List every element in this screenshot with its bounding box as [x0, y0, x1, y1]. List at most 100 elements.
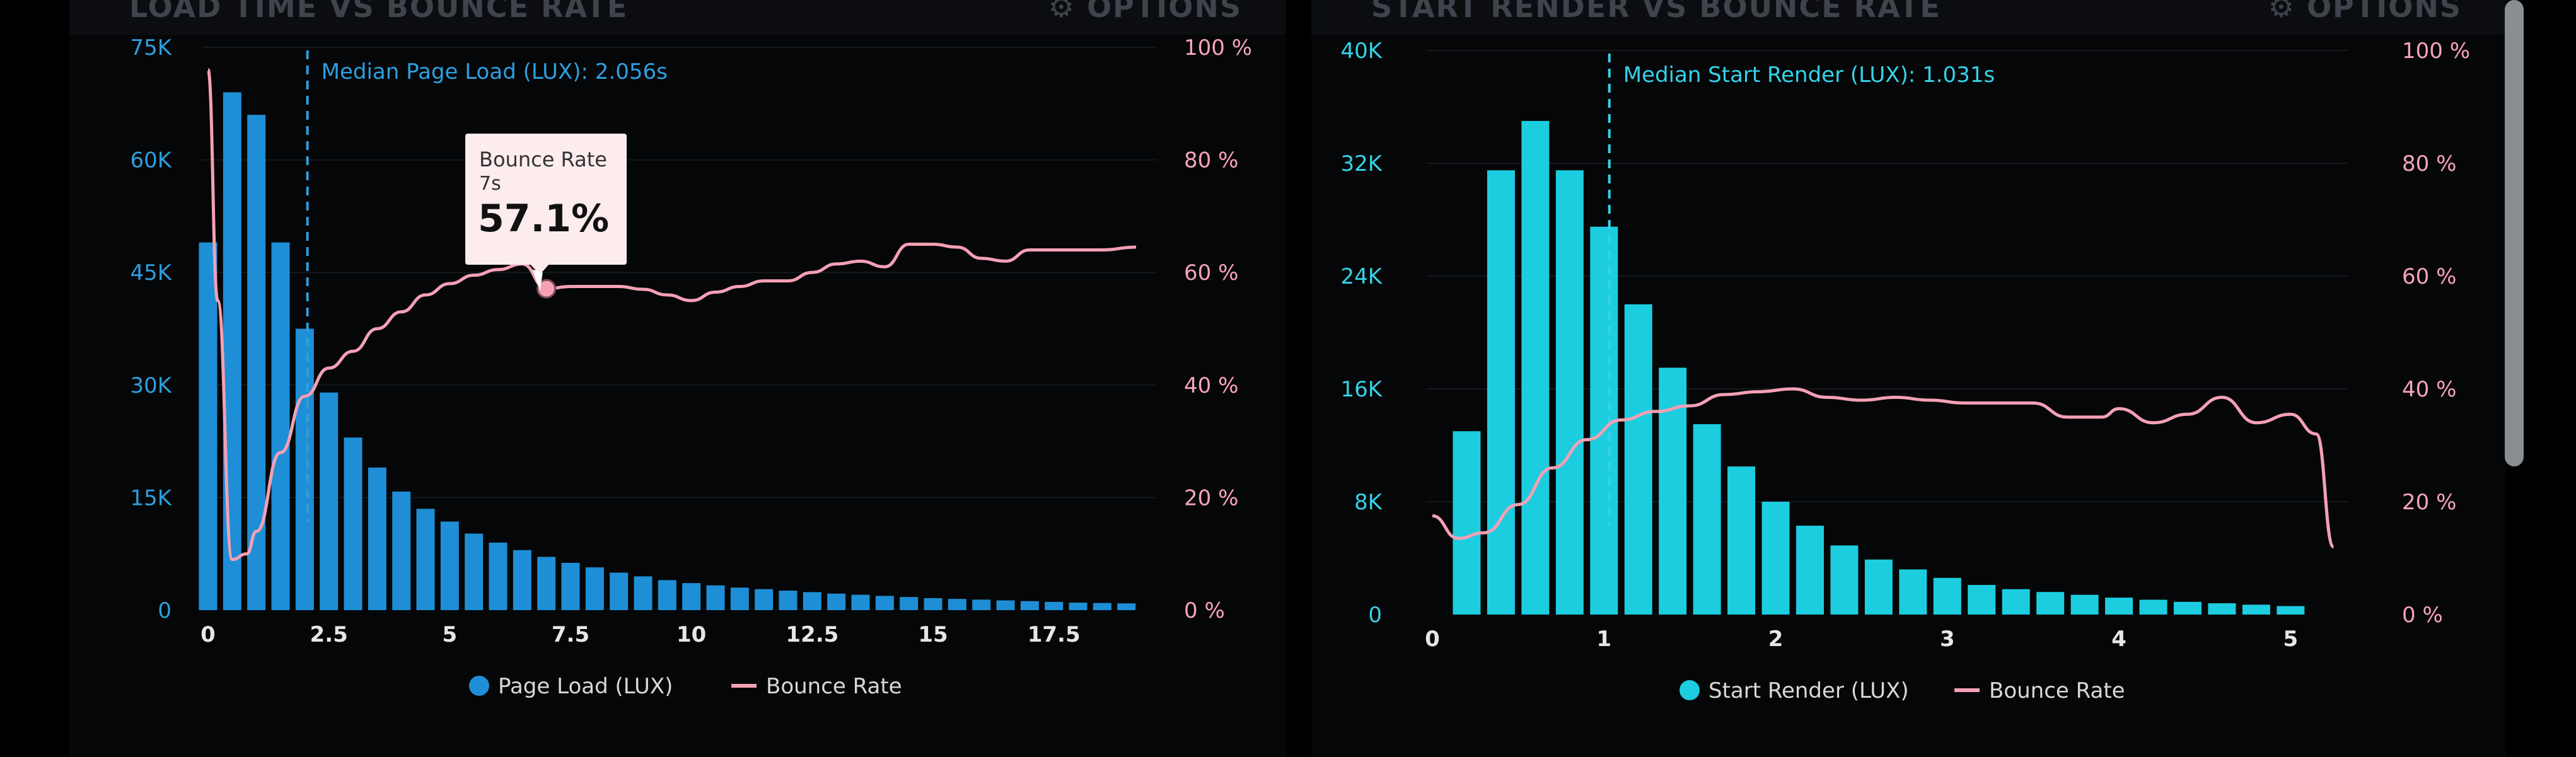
y2-tick-label: 60 % [1184, 260, 1238, 286]
bar [247, 115, 266, 610]
x-tick-label: 4 [2111, 627, 2126, 652]
y-tick-label: 75K [130, 35, 172, 61]
y-tick-label: 8K [1354, 490, 1383, 515]
x-tick-label: 2.5 [310, 622, 348, 647]
bar [2242, 604, 2270, 615]
bar [513, 550, 531, 610]
bar [1555, 170, 1584, 615]
bar [1020, 601, 1039, 610]
bar [1761, 502, 1790, 615]
bar [900, 597, 919, 610]
y2-tick-label: 100 % [2402, 38, 2470, 64]
bar [803, 592, 821, 610]
bar [1796, 526, 1824, 615]
bar [2139, 599, 2167, 615]
bar [2173, 601, 2202, 615]
x-tick-label: 17.5 [1028, 622, 1081, 647]
bar [1117, 603, 1136, 610]
y2-tick-label: 40 % [2402, 377, 2456, 402]
bar [1830, 545, 1859, 615]
bar [271, 242, 290, 610]
median-label: Median Page Load (LUX): 2.056s [322, 59, 668, 84]
y-tick-label: 32K [1340, 151, 1383, 176]
y2-tick-label: 100 % [1184, 35, 1252, 61]
bar [755, 589, 774, 610]
bar [489, 542, 508, 610]
tooltip-value: 57.1% [478, 197, 610, 241]
bar [2070, 594, 2099, 615]
bar [1899, 569, 1927, 615]
bar [223, 92, 241, 610]
bar [416, 509, 435, 610]
bar [1968, 585, 1996, 615]
bar [295, 328, 314, 610]
legend-swatch-bars [1680, 680, 1700, 700]
bar [682, 583, 701, 610]
bar [392, 491, 411, 610]
bar [610, 572, 629, 610]
bar [658, 580, 676, 610]
bar [972, 599, 991, 610]
bar [537, 557, 556, 610]
tooltip-title: Bounce Rate [479, 147, 607, 171]
bounce-rate-tooltip: Bounce Rate 7s 57.1% [465, 134, 627, 265]
load-time-chart: 0 15K 30K 45K 60K 75K 0 % 20 % 40 % 60 % 80 % 100 %… [130, 35, 1252, 699]
bar [199, 242, 218, 610]
y-tick-label: 60K [130, 148, 172, 173]
bar [1093, 603, 1111, 610]
y-tick-label: 16K [1340, 377, 1383, 402]
y-tick-label: 0 [1368, 603, 1382, 628]
x-tick-label: 5 [2283, 627, 2298, 652]
tooltip-subtitle: 7s [479, 173, 501, 195]
median-label: Median Start Render (LUX): 1.031s [1623, 62, 1995, 88]
y-tick-label: 30K [130, 373, 172, 398]
bar [2002, 589, 2030, 615]
y2-tick-label: 80 % [1184, 148, 1238, 173]
bar [585, 567, 604, 610]
y-tick-label: 24K [1340, 264, 1383, 289]
bar [561, 562, 580, 610]
y-tick-label: 15K [130, 485, 172, 511]
legend-label: Bounce Rate [766, 674, 902, 699]
bar [1624, 304, 1652, 615]
bar [730, 587, 749, 610]
bar [1069, 603, 1088, 610]
bar [634, 576, 653, 610]
bar [875, 596, 894, 610]
bar [440, 521, 459, 610]
x-tick-label: 15 [918, 622, 948, 647]
bar [1045, 601, 1064, 610]
y-tick-label: 40K [1340, 38, 1383, 64]
y2-tick-label: 40 % [1184, 373, 1238, 398]
bar [2208, 603, 2236, 615]
legend-label: Start Render (LUX) [1709, 678, 1909, 703]
start-render-chart: 0 8K 16K 24K 32K 40K 0 % 20 % 40 % 60 % 80 % 100 % 0… [1340, 38, 2470, 703]
bar [465, 533, 484, 610]
x-tick-label: 10 [676, 622, 706, 647]
bar [2036, 592, 2065, 615]
bar [706, 585, 725, 610]
bar [1521, 120, 1550, 615]
bar [1727, 466, 1756, 615]
bar [1933, 577, 1961, 615]
bar [1487, 170, 1515, 615]
bar [368, 467, 386, 610]
y2-tick-label: 20 % [2402, 490, 2456, 515]
x-tick-label: 5 [442, 622, 457, 647]
y-tick-label: 45K [130, 260, 172, 286]
bar [827, 593, 846, 610]
bar [2105, 598, 2133, 615]
bar [320, 392, 339, 610]
x-tick-label: 0 [200, 622, 216, 647]
bar [779, 591, 798, 610]
x-tick-label: 3 [1940, 627, 1955, 652]
y2-tick-label: 80 % [2402, 151, 2456, 176]
x-tick-label: 1 [1596, 627, 1611, 652]
x-tick-label: 2 [1768, 627, 1784, 652]
y-tick-label: 0 [158, 598, 171, 623]
bar [1453, 431, 1481, 615]
legend-label: Bounce Rate [1989, 678, 2125, 703]
x-tick-label: 7.5 [552, 622, 589, 647]
bar [1864, 559, 1893, 615]
bar [344, 437, 363, 610]
